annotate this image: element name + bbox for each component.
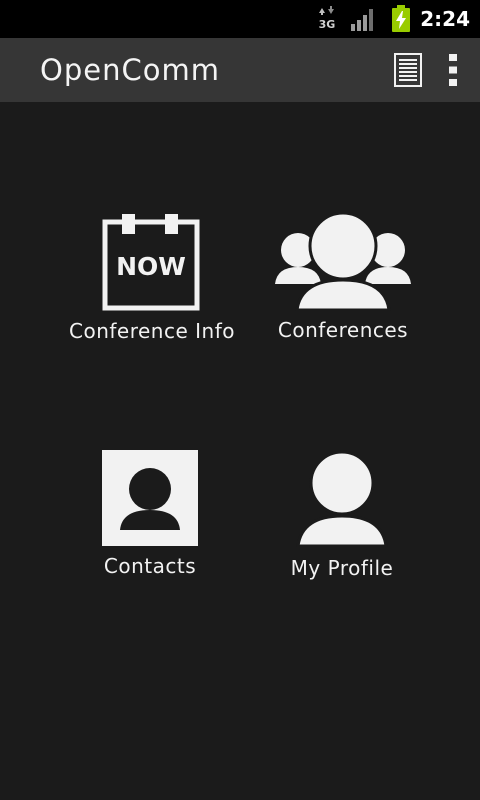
app-title: OpenComm xyxy=(40,53,220,87)
action-bar: OpenComm xyxy=(0,38,480,102)
my-profile-tile[interactable]: My Profile xyxy=(252,450,432,600)
status-bar: 3G 2:24 xyxy=(0,0,480,38)
list-view-button[interactable] xyxy=(382,38,434,102)
calendar-now-icon: NOW xyxy=(102,214,200,311)
svg-text:NOW: NOW xyxy=(116,252,186,281)
conferences-tile[interactable]: Conferences xyxy=(253,212,433,362)
overflow-menu-button[interactable] xyxy=(436,38,470,102)
conference-info-tile[interactable]: NOW Conference Info xyxy=(62,212,242,362)
person-icon xyxy=(296,450,388,548)
tile-label: Contacts xyxy=(103,554,197,578)
people-group-icon xyxy=(275,212,411,312)
signal-strength-icon xyxy=(351,9,373,31)
overflow-menu-icon xyxy=(449,54,457,86)
svg-text:3G: 3G xyxy=(319,18,336,31)
tile-label: My Profile xyxy=(290,556,394,580)
battery-charging-icon xyxy=(392,5,410,32)
data-arrows-3g-icon: 3G xyxy=(319,6,336,31)
contact-card-icon xyxy=(102,450,198,546)
status-time: 2:24 xyxy=(420,7,470,31)
list-view-icon xyxy=(394,53,422,87)
contacts-tile[interactable]: Contacts xyxy=(60,450,240,600)
tile-label: Conference Info xyxy=(69,319,235,343)
tile-label: Conferences xyxy=(277,318,409,342)
